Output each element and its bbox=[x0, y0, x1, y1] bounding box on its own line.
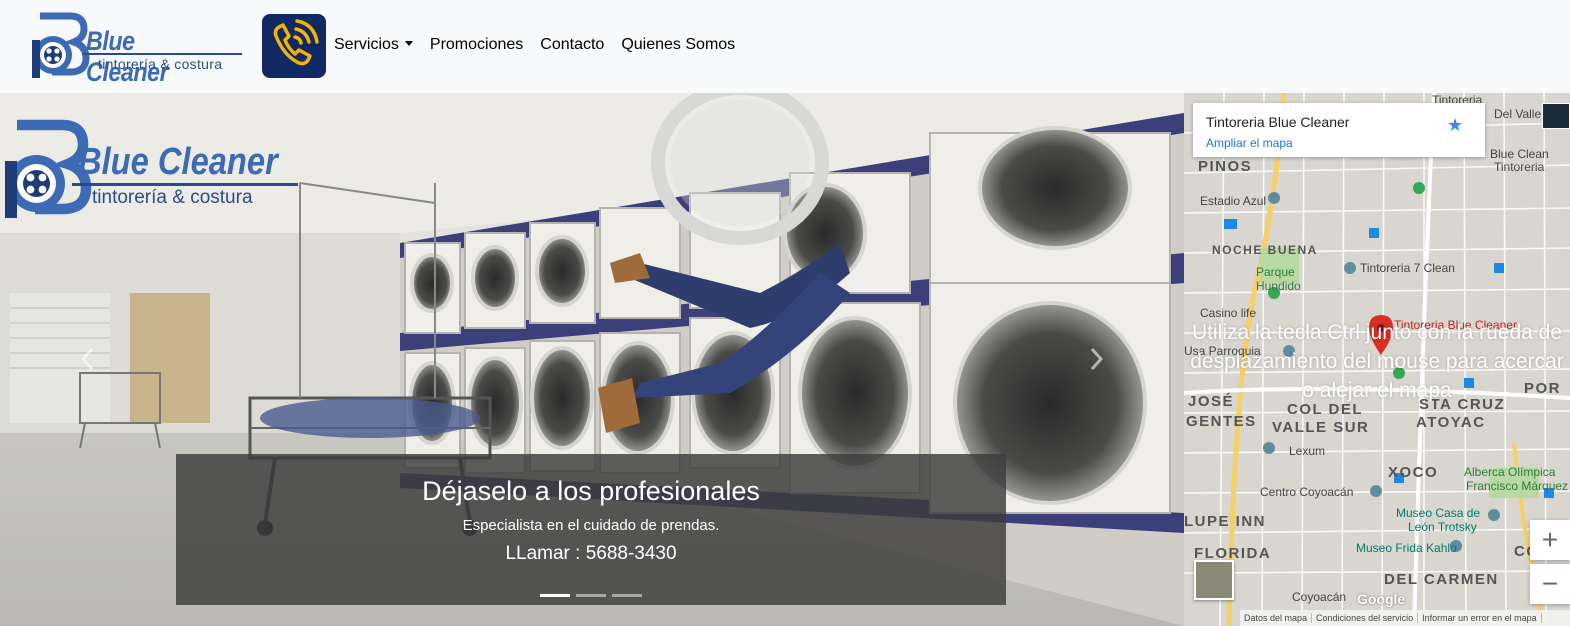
chevron-left-icon bbox=[80, 347, 94, 371]
map-label: León Trotsky bbox=[1408, 520, 1477, 534]
carousel-indicators bbox=[540, 594, 648, 597]
google-map[interactable]: Tintoreria Del Valle Blue Clean Tintorer… bbox=[1184, 93, 1570, 626]
map-label: Tintoreria 7 Clean bbox=[1360, 261, 1455, 275]
map-enlarge-link[interactable]: Ampliar el mapa bbox=[1206, 136, 1293, 150]
map-label: Francisco Márquez bbox=[1466, 479, 1569, 493]
map-label: Centro Coyoacán bbox=[1260, 485, 1354, 499]
phone-call-button[interactable] bbox=[262, 14, 326, 78]
map-label: LUPE INN bbox=[1184, 513, 1267, 530]
carousel-brand-tagline: tintorería & costura bbox=[92, 187, 253, 208]
carousel-next-button[interactable] bbox=[1086, 346, 1106, 372]
caption-title: Déjaselo a los profesionales bbox=[422, 476, 760, 506]
brand-divider bbox=[82, 53, 242, 55]
map-user-avatar[interactable] bbox=[1542, 103, 1570, 129]
caret-down-icon bbox=[404, 41, 413, 46]
map-footer: Datos del mapa Condiciones del servicio … bbox=[1240, 610, 1570, 626]
nav-servicios-label: Servicios bbox=[334, 36, 399, 53]
map-place-title: Tintoreria Blue Cleaner bbox=[1206, 114, 1350, 130]
map-zoom-out-button[interactable]: − bbox=[1530, 564, 1570, 604]
map-label: Alberca Olímpica bbox=[1464, 465, 1556, 479]
map-report-link[interactable]: Informar un error en el mapa bbox=[1418, 613, 1542, 623]
brand-logo[interactable]: Blue Cleaner tintorería & costura bbox=[30, 10, 245, 87]
star-icon[interactable]: ★ bbox=[1447, 115, 1463, 136]
map-label: VALLE SUR bbox=[1272, 419, 1370, 436]
map-satellite-toggle[interactable] bbox=[1194, 560, 1234, 600]
map-label: Lexum bbox=[1289, 444, 1326, 458]
hero-carousel: Blue Cleaner tintorería & costura Déjase… bbox=[0, 93, 1184, 626]
map-label: GENTES bbox=[1186, 413, 1257, 430]
carousel-brand-name: Blue Cleaner bbox=[78, 141, 278, 183]
caption-phone: LLamar : 5688-3430 bbox=[505, 543, 677, 564]
map-label: Del Valle bbox=[1494, 107, 1542, 121]
nav-contacto[interactable]: Contacto bbox=[540, 36, 604, 54]
map-data-link[interactable]: Datos del mapa bbox=[1240, 613, 1313, 623]
carousel-brand-line bbox=[72, 183, 298, 186]
map-label: Estadio Azul bbox=[1200, 194, 1267, 208]
carousel-indicator-3[interactable] bbox=[612, 594, 642, 597]
map-label: NOCHE BUENA bbox=[1212, 243, 1318, 257]
chevron-right-icon bbox=[1090, 347, 1104, 371]
map-label: XOCO bbox=[1388, 464, 1439, 481]
map-zoom-in-button[interactable]: + bbox=[1530, 520, 1570, 560]
navbar: Blue Cleaner tintorería & costura Servic… bbox=[0, 0, 1570, 93]
map-label: Hundido bbox=[1256, 279, 1301, 293]
carousel-brand-logo: Blue Cleaner tintorería & costura bbox=[0, 115, 300, 225]
nav-servicios[interactable]: Servicios bbox=[334, 36, 413, 54]
map-label: PINOS bbox=[1198, 158, 1253, 175]
carousel-caption: Déjaselo a los profesionales Especialist… bbox=[176, 454, 1006, 605]
carousel-indicator-2[interactable] bbox=[576, 594, 606, 597]
map-label: Parque bbox=[1256, 265, 1295, 279]
phone-icon bbox=[273, 19, 319, 66]
map-label: ATOYAC bbox=[1416, 414, 1486, 431]
map-place-card: Tintoreria Blue Cleaner Ampliar el mapa … bbox=[1193, 103, 1485, 157]
map-label: DEL CARMEN bbox=[1384, 571, 1499, 588]
brand-emblem-icon bbox=[32, 12, 90, 78]
carousel-prev-button[interactable] bbox=[78, 346, 98, 372]
map-label: Tintoreria bbox=[1494, 160, 1545, 174]
brand-tagline: tintorería & costura bbox=[98, 56, 223, 72]
caption-text: Especialista en el cuidado de prendas. bbox=[462, 517, 720, 534]
map-label: Blue Clean bbox=[1490, 147, 1549, 161]
map-terms-link[interactable]: Condiciones del servicio bbox=[1312, 613, 1419, 623]
google-logo: Google bbox=[1357, 591, 1406, 607]
map-label: Coyoacán bbox=[1292, 590, 1347, 604]
main-nav: Servicios Promociones Contacto Quienes S… bbox=[334, 36, 752, 54]
map-scroll-hint: Utiliza la tecla Ctrl junto con la rueda… bbox=[1190, 321, 1564, 402]
map-label: Museo Frida Kahlo bbox=[1356, 541, 1457, 555]
nav-promociones[interactable]: Promociones bbox=[430, 36, 523, 54]
map-label: Museo Casa de bbox=[1396, 506, 1481, 520]
nav-quienes-somos[interactable]: Quienes Somos bbox=[621, 36, 735, 54]
carousel-indicator-1[interactable] bbox=[540, 594, 570, 597]
